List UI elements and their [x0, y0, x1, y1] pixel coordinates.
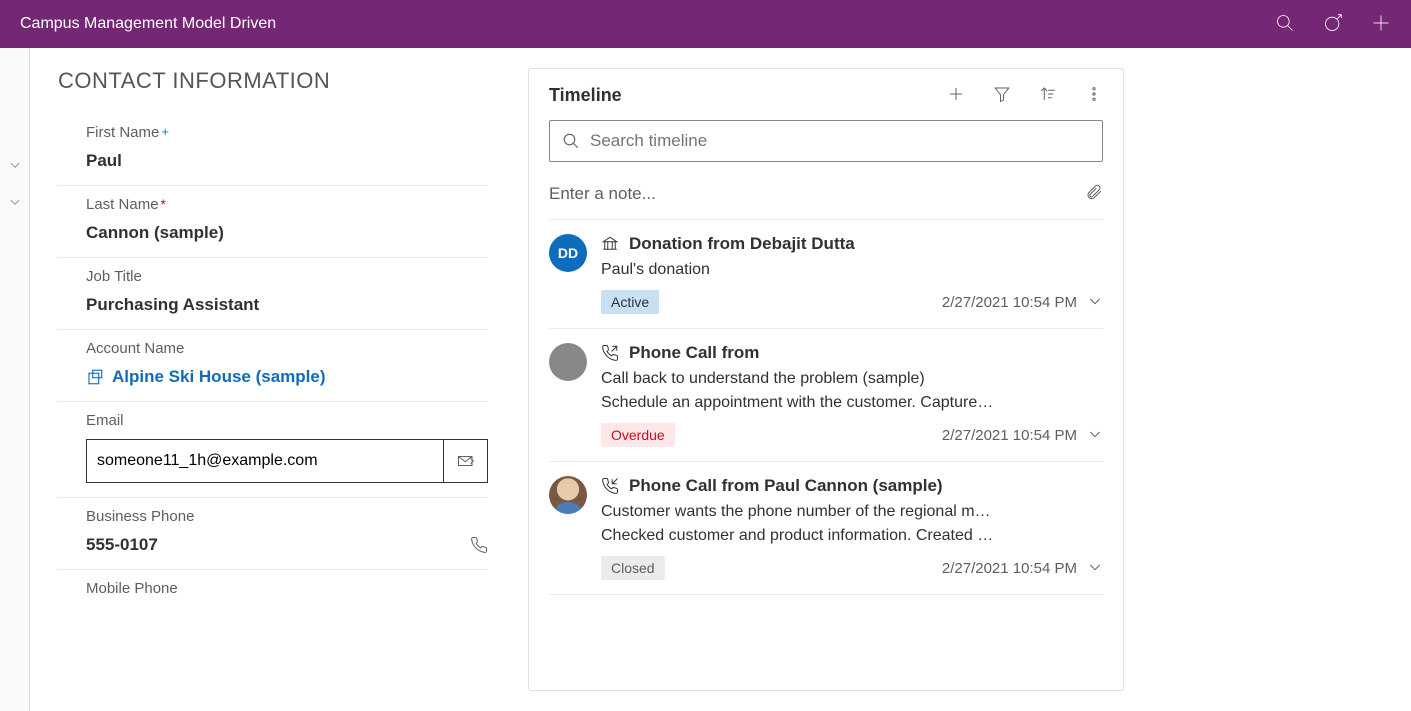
- account-link[interactable]: Alpine Ski House (sample): [86, 367, 488, 387]
- contact-info-panel: CONTACT INFORMATION First Name+ Paul Las…: [58, 68, 498, 691]
- attachment-icon[interactable]: [1085, 182, 1103, 205]
- item-title: Phone Call from: [629, 343, 759, 363]
- email-input[interactable]: [87, 440, 443, 482]
- status-badge: Overdue: [601, 423, 675, 447]
- field-account-name[interactable]: Account Name Alpine Ski House (sample): [58, 330, 488, 402]
- item-title: Phone Call from Paul Cannon (sample): [629, 476, 943, 496]
- item-desc: Customer wants the phone number of the r…: [601, 500, 1103, 524]
- item-desc: Schedule an appointment with the custome…: [601, 391, 1103, 415]
- timeline-search[interactable]: [549, 120, 1103, 162]
- left-rail: [0, 48, 30, 711]
- header-actions: [1275, 13, 1391, 36]
- phone-in-icon: [601, 477, 619, 495]
- item-desc: Call back to understand the problem (sam…: [601, 367, 1103, 391]
- search-icon[interactable]: [1275, 13, 1295, 36]
- timeline-panel: Timeline: [528, 68, 1124, 691]
- account-name-label: Account Name: [86, 340, 488, 357]
- chevron-down-icon[interactable]: [1087, 426, 1103, 445]
- bank-icon: [601, 235, 619, 253]
- job-title-value: Purchasing Assistant: [86, 295, 488, 315]
- timeline-search-input[interactable]: [590, 131, 1090, 151]
- business-phone-label: Business Phone: [86, 508, 488, 525]
- chevron-down-icon[interactable]: [8, 195, 22, 212]
- first-name-value: Paul: [86, 151, 488, 171]
- first-name-label: First Name+: [86, 124, 488, 141]
- status-badge: Closed: [601, 556, 665, 580]
- chevron-down-icon[interactable]: [8, 158, 22, 175]
- last-name-label: Last Name*: [86, 196, 488, 213]
- account-icon: [86, 368, 104, 386]
- last-name-value: Cannon (sample): [86, 223, 488, 243]
- status-badge: Active: [601, 290, 659, 314]
- job-title-label: Job Title: [86, 268, 488, 285]
- app-header: Campus Management Model Driven: [0, 0, 1411, 48]
- field-job-title[interactable]: Job Title Purchasing Assistant: [58, 258, 488, 330]
- field-email[interactable]: Email: [58, 402, 488, 498]
- item-timestamp: 2/27/2021 10:54 PM: [942, 560, 1077, 577]
- add-timeline-icon[interactable]: [947, 85, 965, 106]
- mobile-phone-label: Mobile Phone: [86, 580, 488, 597]
- filter-icon[interactable]: [993, 85, 1011, 106]
- phone-out-icon: [601, 344, 619, 362]
- business-phone-value: 555-0107: [86, 535, 158, 555]
- section-title: CONTACT INFORMATION: [58, 68, 488, 94]
- sort-icon[interactable]: [1039, 85, 1057, 106]
- item-desc: Paul's donation: [601, 258, 1103, 282]
- app-title: Campus Management Model Driven: [20, 15, 276, 33]
- search-icon: [562, 132, 580, 150]
- item-desc: Checked customer and product information…: [601, 524, 1103, 548]
- field-first-name[interactable]: First Name+ Paul: [58, 114, 488, 186]
- email-label: Email: [86, 412, 488, 429]
- note-placeholder: Enter a note...: [549, 184, 656, 204]
- item-timestamp: 2/27/2021 10:54 PM: [942, 427, 1077, 444]
- field-business-phone[interactable]: Business Phone 555-0107: [58, 498, 488, 570]
- item-title: Donation from Debajit Dutta: [629, 234, 855, 254]
- target-icon[interactable]: [1323, 13, 1343, 36]
- timeline-item[interactable]: Phone Call from Paul Cannon (sample) Cus…: [549, 462, 1103, 595]
- send-email-button[interactable]: [443, 440, 487, 482]
- timeline-item[interactable]: DD Donation from Debajit Dutta Paul's do…: [549, 220, 1103, 329]
- item-timestamp: 2/27/2021 10:54 PM: [942, 294, 1077, 311]
- add-icon[interactable]: [1371, 13, 1391, 36]
- avatar: [549, 343, 587, 381]
- note-entry[interactable]: Enter a note...: [549, 176, 1103, 220]
- field-last-name[interactable]: Last Name* Cannon (sample): [58, 186, 488, 258]
- field-mobile-phone[interactable]: Mobile Phone: [58, 570, 488, 621]
- more-icon[interactable]: [1085, 85, 1103, 106]
- chevron-down-icon[interactable]: [1087, 293, 1103, 312]
- avatar: DD: [549, 234, 587, 272]
- avatar: [549, 476, 587, 514]
- chevron-down-icon[interactable]: [1087, 559, 1103, 578]
- phone-icon[interactable]: [470, 536, 488, 554]
- timeline-title: Timeline: [549, 85, 622, 106]
- timeline-item[interactable]: Phone Call from Call back to understand …: [549, 329, 1103, 462]
